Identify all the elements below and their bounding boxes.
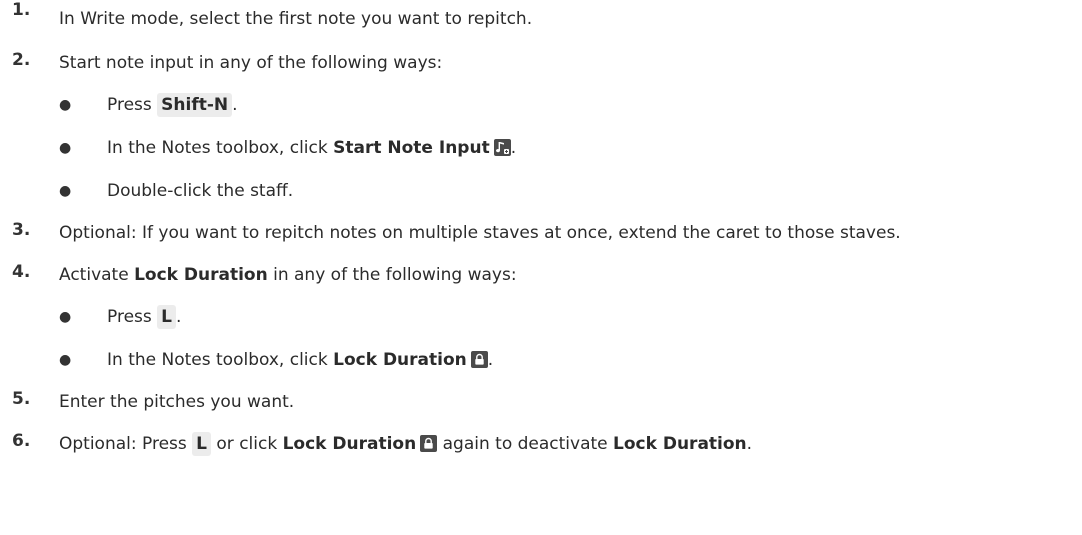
lock-icon bbox=[470, 351, 488, 368]
ui-term-start-note-input: Start Note Input bbox=[333, 138, 490, 158]
procedure-steps: 1. In Write mode, select the first note … bbox=[0, 0, 1082, 457]
bullet-icon: ● bbox=[59, 309, 72, 325]
ui-term-lock-duration: Lock Duration bbox=[134, 265, 268, 285]
step-number: 6. bbox=[12, 431, 31, 451]
substep-toolbox-click: ● In the Notes toolbox, click Start Note… bbox=[59, 135, 1082, 161]
bullet-icon: ● bbox=[59, 183, 72, 199]
step-text-mid: or click bbox=[211, 434, 283, 454]
step-text-post: again to deactivate bbox=[437, 434, 614, 454]
punctuation: . bbox=[746, 434, 753, 454]
ui-term-lock-duration: Lock Duration bbox=[613, 434, 747, 454]
step-text: Activate Lock Duration in any of the fol… bbox=[59, 262, 1082, 288]
step-number: 2. bbox=[12, 50, 31, 70]
substeps: ● Press L. ● In the Notes toolbox, click… bbox=[59, 304, 1082, 373]
step-text-post: in any of the following ways: bbox=[267, 265, 517, 285]
punctuation: . bbox=[176, 307, 182, 327]
step-text: Enter the pitches you want. bbox=[59, 392, 295, 412]
step-2: 2. Start note input in any of the follow… bbox=[0, 50, 1082, 204]
start-note-input-icon bbox=[493, 139, 511, 156]
step-text: Optional: If you want to repitch notes o… bbox=[59, 223, 901, 243]
substep-press-shortcut: ● Press L. bbox=[59, 304, 1082, 330]
step-text-pre: Activate bbox=[59, 265, 135, 285]
substep-double-click: ● Double-click the staff. bbox=[59, 178, 1082, 204]
bullet-icon: ● bbox=[59, 352, 72, 368]
substep-toolbox-click: ● In the Notes toolbox, click Lock Durat… bbox=[59, 347, 1082, 373]
ui-term-lock-duration: Lock Duration bbox=[282, 434, 417, 454]
step-text-pre: Optional: Press bbox=[59, 434, 193, 454]
keyboard-shortcut: L bbox=[157, 305, 176, 329]
bullet-icon: ● bbox=[59, 97, 72, 113]
keyboard-shortcut: L bbox=[192, 432, 211, 456]
step-number: 3. bbox=[12, 220, 31, 240]
step-4: 4. Activate Lock Duration in any of the … bbox=[0, 262, 1082, 373]
substep-text: Press bbox=[107, 95, 158, 115]
ui-term-lock-duration: Lock Duration bbox=[333, 350, 467, 370]
step-1: 1. In Write mode, select the first note … bbox=[0, 0, 1082, 32]
punctuation: . bbox=[510, 138, 517, 158]
step-number: 4. bbox=[12, 262, 31, 282]
step-text: Start note input in any of the following… bbox=[59, 53, 443, 73]
step-text: In Write mode, select the first note you… bbox=[59, 9, 533, 29]
substep-text: In the Notes toolbox, click bbox=[107, 138, 334, 158]
substep-text: Press bbox=[107, 307, 158, 327]
step-5: 5. Enter the pitches you want. bbox=[0, 389, 1082, 415]
step-number: 1. bbox=[12, 0, 31, 20]
substep-press-shortcut: ● Press Shift-N. bbox=[59, 92, 1082, 118]
step-text: Optional: Press L or click Lock Duration… bbox=[59, 431, 1082, 457]
bullet-icon: ● bbox=[59, 140, 72, 156]
step-3: 3. Optional: If you want to repitch note… bbox=[0, 220, 1082, 246]
step-6: 6. Optional: Press L or click Lock Durat… bbox=[0, 431, 1082, 457]
keyboard-shortcut: Shift-N bbox=[157, 93, 233, 117]
punctuation: . bbox=[487, 350, 494, 370]
step-number: 5. bbox=[12, 389, 31, 409]
substep-text: In the Notes toolbox, click bbox=[107, 350, 334, 370]
substeps: ● Press Shift-N. ● In the Notes toolbox,… bbox=[59, 92, 1082, 204]
substep-text: Double-click the staff. bbox=[107, 181, 294, 201]
lock-icon bbox=[420, 435, 438, 452]
punctuation: . bbox=[232, 95, 238, 115]
